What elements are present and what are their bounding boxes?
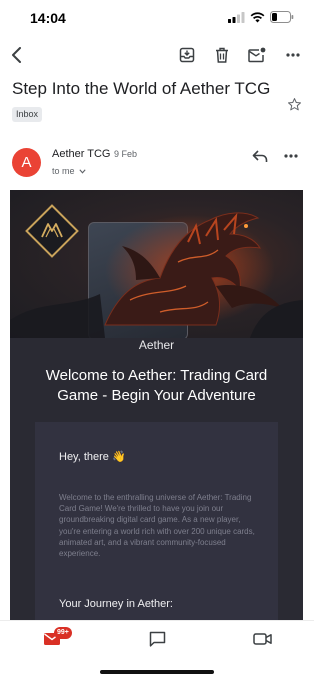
star-button[interactable]	[287, 97, 302, 117]
chat-icon	[149, 631, 165, 647]
recipient-details-toggle[interactable]: to me	[52, 166, 86, 176]
more-options-button[interactable]	[282, 44, 304, 66]
email-headline: Welcome to Aether: Trading Card Game - B…	[45, 367, 268, 404]
message-more-button[interactable]	[284, 149, 298, 168]
recipient-text: to me	[52, 166, 75, 176]
mark-unread-icon	[248, 47, 266, 63]
sender-avatar[interactable]: A	[12, 148, 41, 177]
aether-logo-icon	[40, 222, 64, 240]
chevron-down-icon	[79, 169, 86, 174]
status-bar: 14:04	[0, 0, 314, 34]
email-subject: Step Into the World of Aether TCG	[12, 79, 271, 98]
archive-button[interactable]	[176, 44, 198, 66]
intro-paragraph: Welcome to the enthralling universe of A…	[59, 493, 255, 559]
home-indicator	[100, 670, 214, 674]
reply-button[interactable]	[252, 149, 268, 168]
mark-unread-button[interactable]	[246, 44, 268, 66]
mail-unread-badge: 99+	[54, 627, 72, 639]
status-time: 14:04	[30, 10, 66, 26]
battery-icon	[270, 11, 294, 23]
status-icons	[228, 11, 294, 23]
more-horiz-icon	[286, 53, 300, 57]
nav-chat[interactable]	[145, 629, 169, 649]
more-horiz-icon	[284, 154, 298, 158]
inbox-label-chip[interactable]: Inbox	[12, 107, 43, 122]
email-toolbar	[0, 38, 314, 72]
back-arrow-icon	[12, 47, 21, 63]
video-icon	[252, 633, 272, 645]
trash-icon	[216, 47, 228, 63]
reply-icon	[252, 150, 268, 162]
star-icon	[288, 98, 301, 111]
greeting-text: Hey, there 👋	[59, 451, 126, 463]
sender-name[interactable]: Aether TCG	[52, 148, 111, 160]
email-date: 9 Feb	[114, 149, 138, 159]
signal-icon	[228, 11, 245, 23]
back-button[interactable]	[6, 44, 28, 66]
nav-meet[interactable]	[250, 629, 274, 649]
wifi-icon	[250, 11, 265, 22]
brand-name: Aether	[138, 338, 175, 352]
content-panel: Hey, there 👋 Welcome to the enthralling …	[35, 422, 278, 620]
archive-icon	[179, 47, 195, 63]
hero-banner	[10, 190, 303, 338]
delete-button[interactable]	[211, 44, 233, 66]
email-body: Aether Welcome to Aether: Trading Card G…	[10, 190, 303, 620]
section-heading: Your Journey in Aether:	[59, 598, 173, 610]
